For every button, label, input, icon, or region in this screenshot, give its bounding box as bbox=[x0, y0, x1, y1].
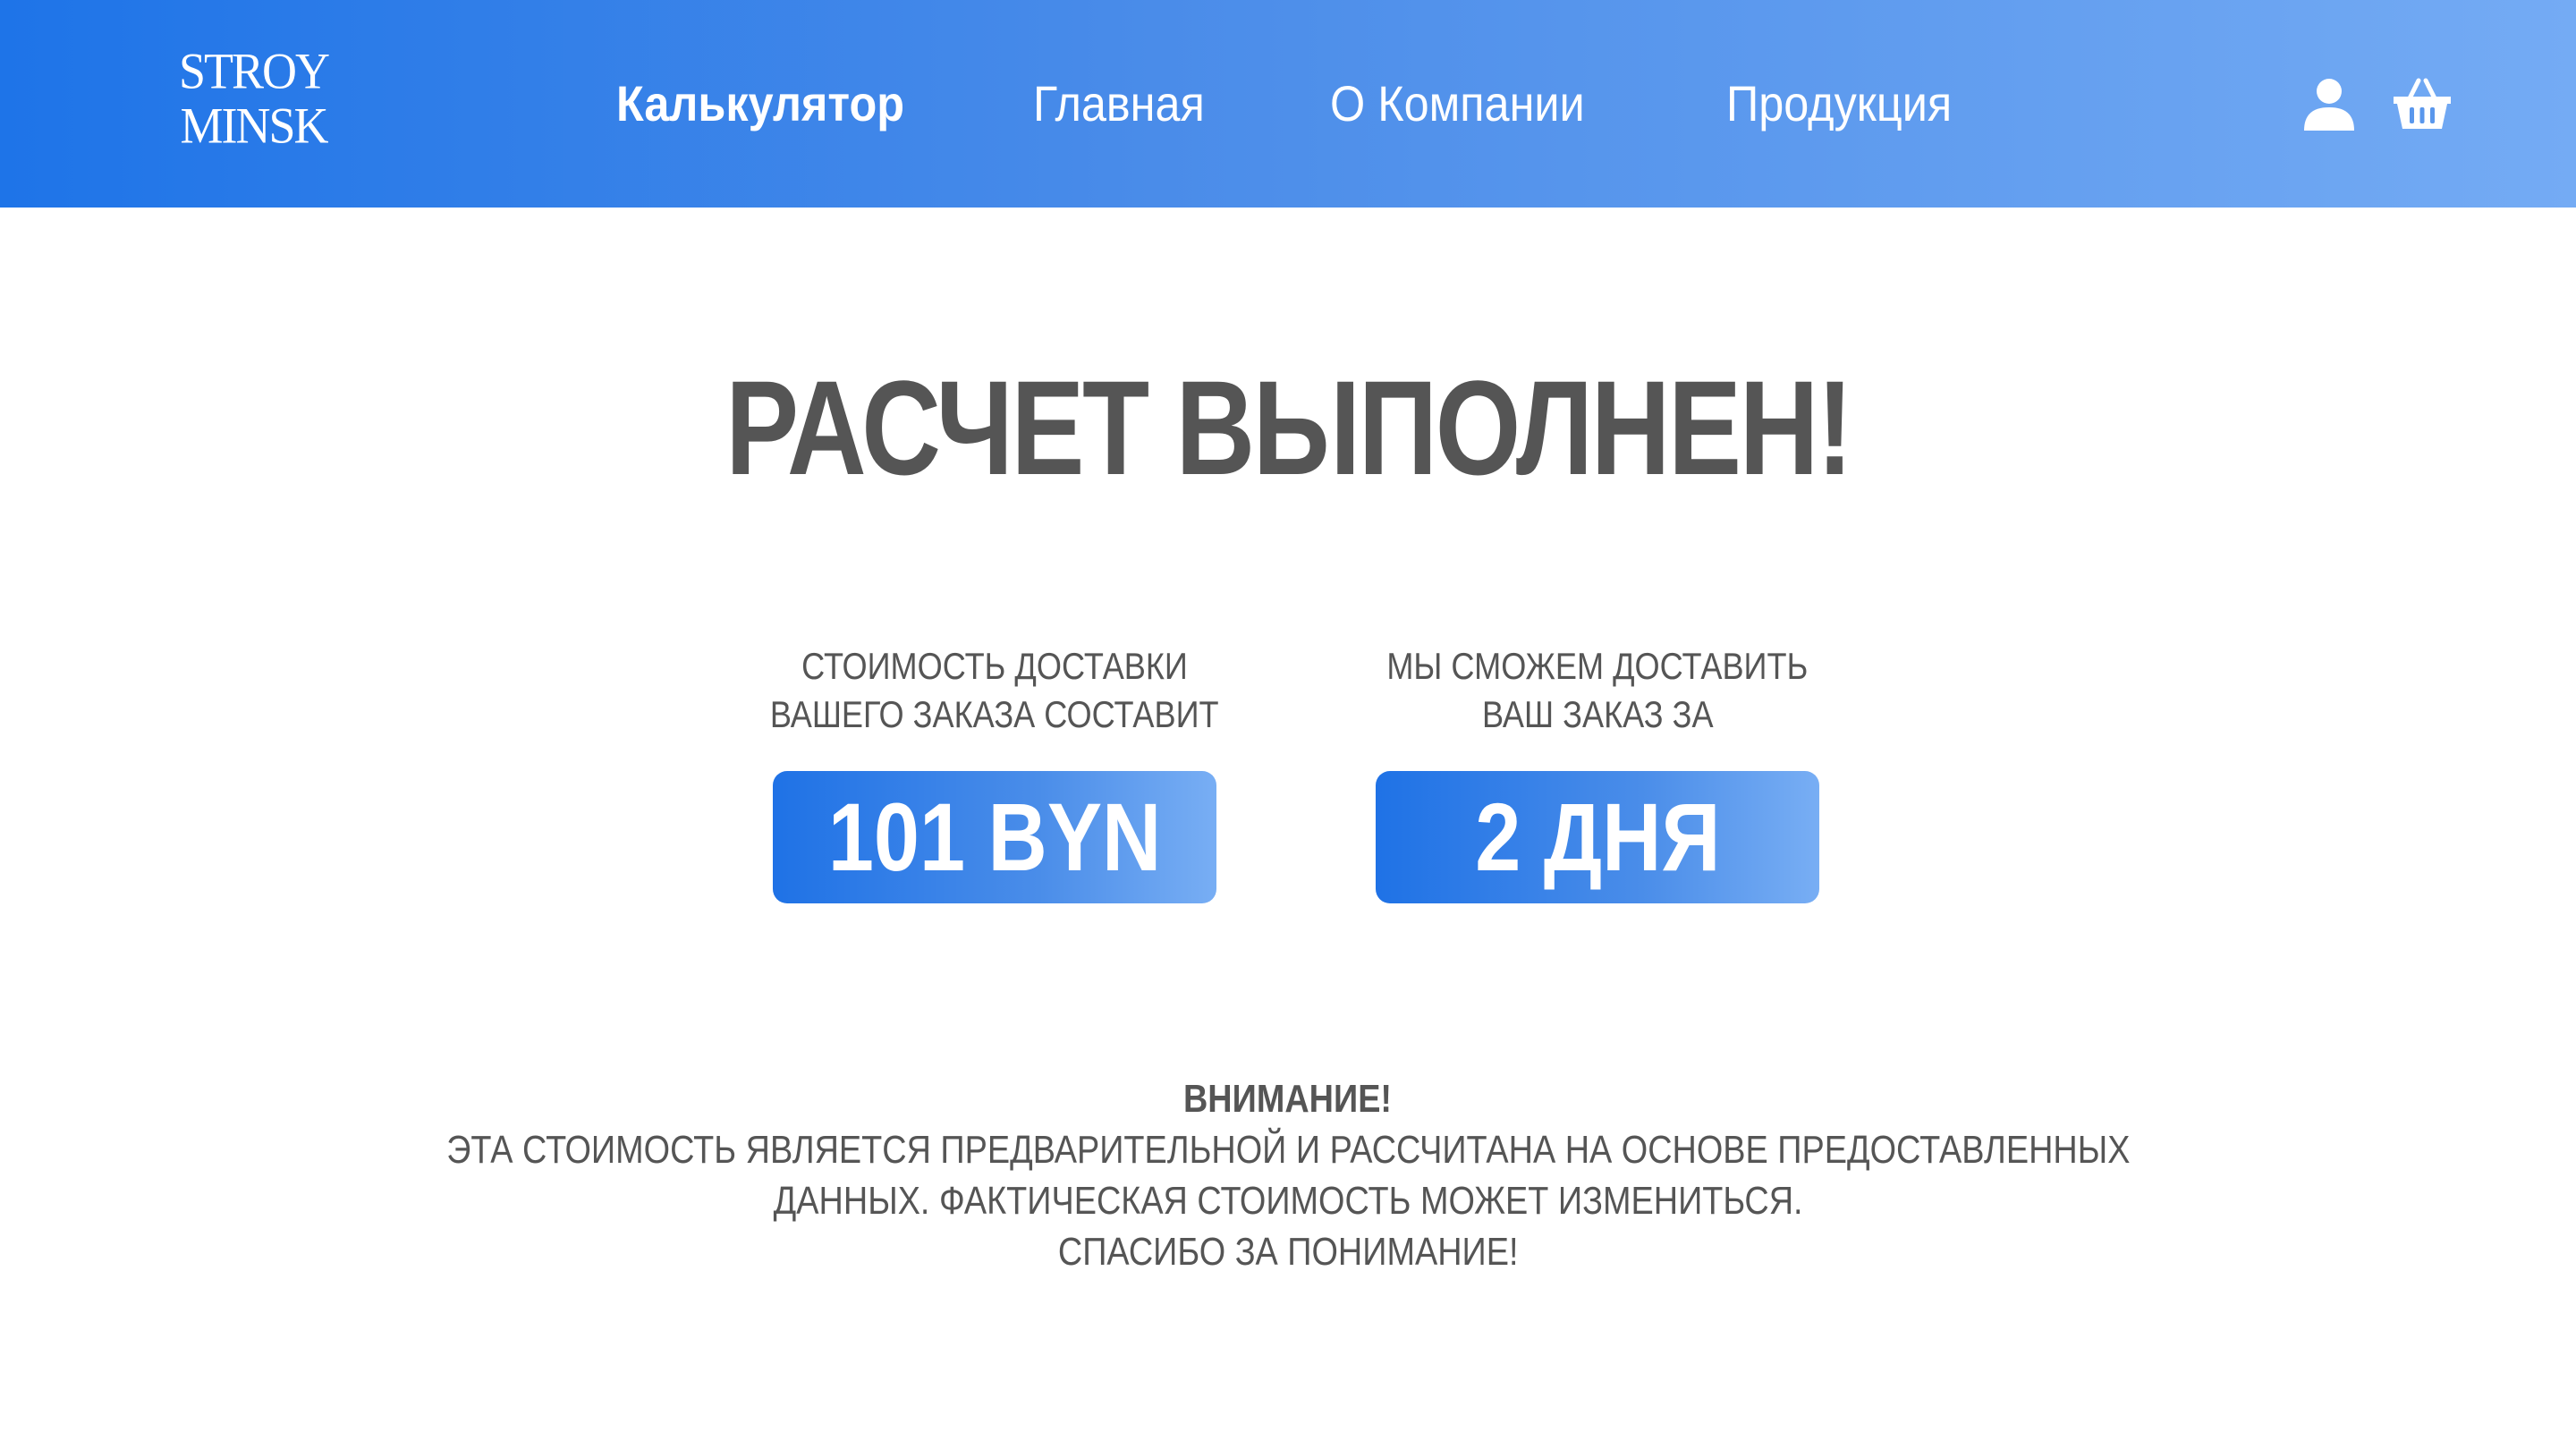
delivery-value-badge: 2 ДНЯ bbox=[1376, 771, 1819, 903]
nav-item-products[interactable]: Продукция bbox=[1726, 75, 1952, 132]
notice-line-2: ДАННЫХ. ФАКТИЧЕСКАЯ СТОИМОСТЬ МОЖЕТ ИЗМЕ… bbox=[773, 1179, 1803, 1223]
user-icon[interactable] bbox=[2297, 72, 2361, 136]
delivery-result: МЫ СМОЖЕМ ДОСТАВИТЬ ВАШ ЗАКАЗ ЗА 2 ДНЯ bbox=[1329, 642, 1866, 903]
main-nav: Калькулятор Главная О Компании Продукция bbox=[0, 75, 2576, 132]
notice-line-1: ЭТА СТОИМОСТЬ ЯВЛЯЕТСЯ ПРЕДВАРИТЕЛЬНОЙ И… bbox=[445, 1128, 2131, 1172]
site-header: STROY MINSK Калькулятор Главная О Компан… bbox=[0, 0, 2576, 208]
delivery-label-line-2: ВАШ ЗАКАЗ ЗА bbox=[1481, 693, 1714, 735]
page-title-text: РАСЧЕТ ВЫПОЛНЕН! bbox=[724, 352, 1853, 503]
delivery-label: МЫ СМОЖЕМ ДОСТАВИТЬ ВАШ ЗАКАЗ ЗА bbox=[1329, 642, 1866, 739]
page-title: РАСЧЕТ ВЫПОЛНЕН! bbox=[0, 356, 2576, 499]
cost-label-line-2: ВАШЕГО ЗАКАЗА СОСТАВИТ bbox=[770, 693, 1219, 735]
cost-value: 101 BYN bbox=[827, 783, 1162, 891]
cost-value-badge: 101 BYN bbox=[773, 771, 1216, 903]
cart-icon[interactable] bbox=[2390, 72, 2454, 136]
delivery-value: 2 ДНЯ bbox=[1474, 783, 1721, 891]
cost-result: СТОИМОСТЬ ДОСТАВКИ ВАШЕГО ЗАКАЗА СОСТАВИ… bbox=[726, 642, 1263, 903]
nav-item-calculator[interactable]: Калькулятор bbox=[616, 75, 904, 132]
nav-item-about[interactable]: О Компании bbox=[1330, 75, 1585, 132]
nav-item-home[interactable]: Главная bbox=[1033, 75, 1205, 132]
cost-label-line-1: СТОИМОСТЬ ДОСТАВКИ bbox=[801, 645, 1188, 687]
disclaimer-notice: ВНИМАНИЕ! ЭТА СТОИМОСТЬ ЯВЛЯЕТСЯ ПРЕДВАР… bbox=[0, 1073, 2576, 1277]
notice-line-3: СПАСИБО ЗА ПОНИМАНИЕ! bbox=[1057, 1230, 1519, 1274]
delivery-label-line-1: МЫ СМОЖЕМ ДОСТАВИТЬ bbox=[1386, 645, 1809, 687]
notice-heading: ВНИМАНИЕ! bbox=[1183, 1077, 1393, 1121]
cost-label: СТОИМОСТЬ ДОСТАВКИ ВАШЕГО ЗАКАЗА СОСТАВИ… bbox=[726, 642, 1263, 739]
